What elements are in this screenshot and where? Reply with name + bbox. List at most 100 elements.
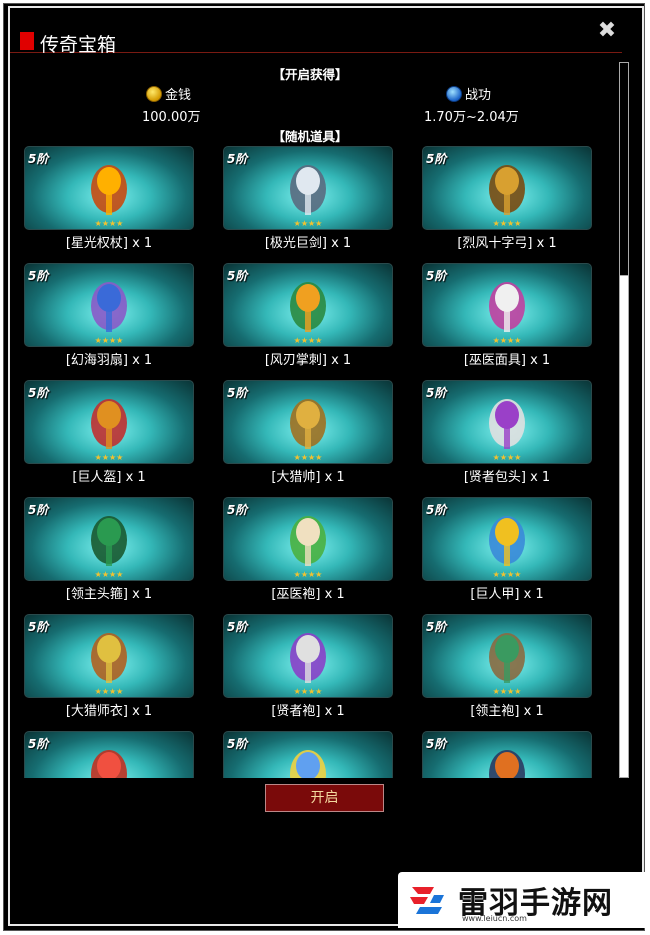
item-card[interactable]: 5阶 ★★★★ <box>24 614 194 698</box>
item-card[interactable]: 5阶 ★★★★ <box>24 146 194 230</box>
watermark-url: www.leiucn.com <box>462 914 527 923</box>
item-name: [星光权杖] x 1 <box>65 236 153 251</box>
open-button[interactable]: 开启 <box>265 784 384 812</box>
close-icon[interactable]: ✖ <box>596 20 618 42</box>
item-stars: ★★★★ <box>94 687 124 696</box>
item-slot[interactable]: 5阶 <box>223 731 393 778</box>
item-card[interactable]: 5阶 ★★★★ <box>422 146 592 230</box>
item-card[interactable]: 5阶 ★★★★ <box>422 497 592 581</box>
item-slot[interactable]: 5阶 ★★★★ [巨人盔] x 1 <box>24 380 194 490</box>
scepter-icon <box>91 165 127 215</box>
merit-medal-icon <box>446 86 462 102</box>
item-slot[interactable]: 5阶 ★★★★ [烈风十字弓] x 1 <box>422 146 592 256</box>
item-slot[interactable]: 5阶 ★★★★ [贤者袍] x 1 <box>223 614 393 724</box>
item-tier: 5阶 <box>426 386 447 400</box>
item-card[interactable]: 5阶 ★★★★ <box>422 614 592 698</box>
item-name: [幻海羽扇] x 1 <box>65 353 153 368</box>
item-slot[interactable]: 5阶 ★★★★ [巫医面具] x 1 <box>422 263 592 373</box>
scrollbar[interactable] <box>619 62 629 778</box>
random-items-heading: 【随机道具】 <box>272 129 348 144</box>
title-accent-mark <box>20 32 34 50</box>
item-slot[interactable]: 5阶 <box>24 731 194 778</box>
item-name: [巫医面具] x 1 <box>463 353 551 368</box>
item-slot[interactable]: 5阶 ★★★★ [贤者包头] x 1 <box>422 380 592 490</box>
item-list[interactable]: 5阶 ★★★★ [星光权杖] x 1 5阶 ★★★★ [极光巨剑] x 1 5阶 ★★★★ [烈… <box>12 146 610 778</box>
hunter-coat-icon <box>91 633 127 683</box>
item-tier: 5阶 <box>28 620 49 634</box>
item-tier: 5阶 <box>28 269 49 283</box>
item-card[interactable]: 5阶 ★★★★ <box>24 497 194 581</box>
item-slot[interactable]: 5阶 ★★★★ [极光巨剑] x 1 <box>223 146 393 256</box>
item-card[interactable]: 5阶 ★★★★ <box>24 263 194 347</box>
item-tier: 5阶 <box>426 152 447 166</box>
item-card[interactable]: 5阶 ★★★★ <box>223 380 393 464</box>
item-card[interactable]: 5阶 ★★★★ <box>223 146 393 230</box>
item-name: [大猎帅] x 1 <box>271 470 345 485</box>
item-tier: 5阶 <box>426 620 447 634</box>
item-stars: ★★★★ <box>492 219 522 228</box>
item-slot[interactable]: 5阶 <box>422 731 592 778</box>
item-slot[interactable]: 5阶 ★★★★ [星光权杖] x 1 <box>24 146 194 256</box>
feather-fan-icon <box>91 282 127 332</box>
item-card[interactable]: 5阶 ★★★★ <box>223 263 393 347</box>
item-stars: ★★★★ <box>94 453 124 462</box>
item-card[interactable]: 5阶 ★★★★ <box>422 380 592 464</box>
item-tier: 5阶 <box>28 386 49 400</box>
necklace-icon <box>91 750 127 778</box>
item-card[interactable]: 5阶 ★★★★ <box>223 497 393 581</box>
reward-gold-value: 100.00万 <box>142 110 201 125</box>
item-stars: ★★★★ <box>293 219 323 228</box>
item-tier: 5阶 <box>28 503 49 517</box>
item-card[interactable]: 5阶 <box>223 731 393 778</box>
reward-merit: 战功 <box>446 84 491 103</box>
item-card[interactable]: 5阶 ★★★★ <box>223 614 393 698</box>
item-name: [巨人甲] x 1 <box>470 587 544 602</box>
reward-gold: 金钱 <box>146 84 191 103</box>
giant-armor-icon <box>489 516 525 566</box>
item-tier: 5阶 <box>426 737 447 751</box>
item-tier: 5阶 <box>28 737 49 751</box>
item-slot[interactable]: 5阶 ★★★★ [幻海羽扇] x 1 <box>24 263 194 373</box>
item-stars: ★★★★ <box>293 336 323 345</box>
item-tier: 5阶 <box>227 737 248 751</box>
open-rewards-heading: 【开启获得】 <box>272 67 348 82</box>
item-slot[interactable]: 5阶 ★★★★ [领主头箍] x 1 <box>24 497 194 607</box>
item-name: [烈风十字弓] x 1 <box>457 236 557 251</box>
window-title: 传奇宝箱 <box>40 34 117 56</box>
item-name: [贤者包头] x 1 <box>463 470 551 485</box>
item-slot[interactable]: 5阶 ★★★★ [领主袍] x 1 <box>422 614 592 724</box>
item-slot[interactable]: 5阶 ★★★★ [大猎师衣] x 1 <box>24 614 194 724</box>
item-stars: ★★★★ <box>94 336 124 345</box>
watermark: 雷羽手游网 www.leiucn.com <box>398 872 646 928</box>
lord-robe-icon <box>489 633 525 683</box>
item-tier: 5阶 <box>227 152 248 166</box>
item-stars: ★★★★ <box>293 453 323 462</box>
hunter-helmet-icon <box>290 399 326 449</box>
item-slot[interactable]: 5阶 ★★★★ [风刃掌刺] x 1 <box>223 263 393 373</box>
item-card[interactable]: 5阶 ★★★★ <box>422 263 592 347</box>
item-stars: ★★★★ <box>94 570 124 579</box>
item-name: [风刃掌刺] x 1 <box>264 353 352 368</box>
banner-icon <box>489 750 525 778</box>
scrollbar-thumb[interactable] <box>620 63 628 276</box>
greatsword-icon <box>290 165 326 215</box>
item-name: [极光巨剑] x 1 <box>264 236 352 251</box>
item-slot[interactable]: 5阶 ★★★★ [大猎帅] x 1 <box>223 380 393 490</box>
blue-flower-icon <box>290 750 326 778</box>
reward-merit-label: 战功 <box>465 88 492 103</box>
item-card[interactable]: 5阶 ★★★★ <box>24 380 194 464</box>
item-stars: ★★★★ <box>492 453 522 462</box>
sage-turban-icon <box>489 399 525 449</box>
item-card[interactable]: 5阶 <box>422 731 592 778</box>
item-slot[interactable]: 5阶 ★★★★ [巫医袍] x 1 <box>223 497 393 607</box>
item-name: [巨人盔] x 1 <box>72 470 146 485</box>
item-card[interactable]: 5阶 <box>24 731 194 778</box>
item-tier: 5阶 <box>227 386 248 400</box>
reward-merit-value: 1.70万~2.04万 <box>424 110 519 125</box>
item-tier: 5阶 <box>227 269 248 283</box>
item-name: [巫医袍] x 1 <box>271 587 345 602</box>
item-slot[interactable]: 5阶 ★★★★ [巨人甲] x 1 <box>422 497 592 607</box>
item-stars: ★★★★ <box>293 570 323 579</box>
item-name: [贤者袍] x 1 <box>271 704 345 719</box>
sage-robe-icon <box>290 633 326 683</box>
